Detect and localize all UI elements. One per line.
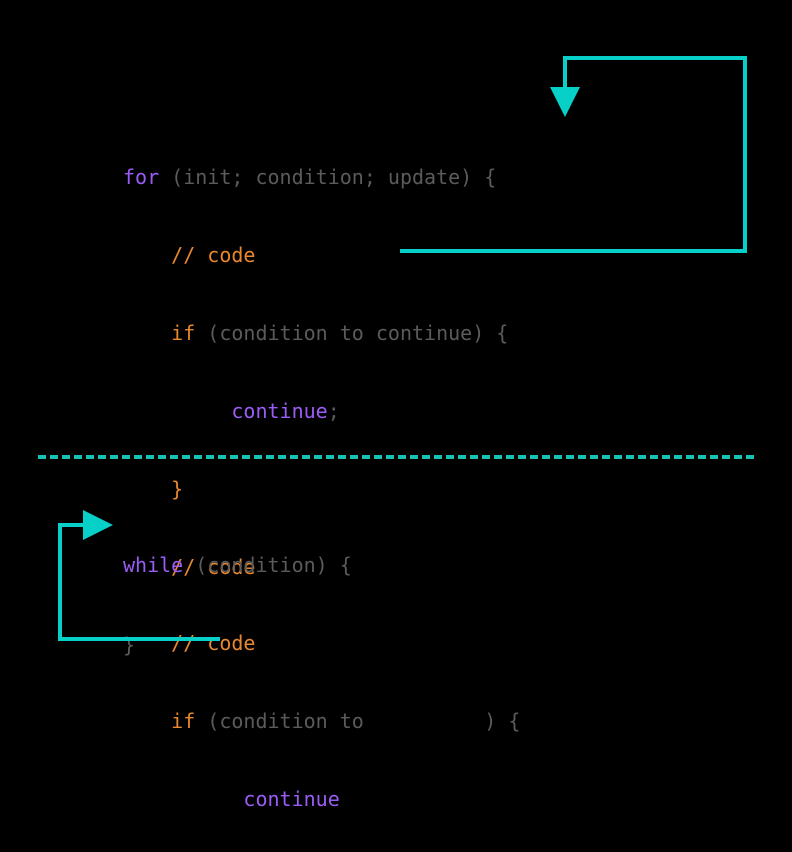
while-comment-1: // code [123,624,520,662]
while-keyword: while [123,553,183,577]
section-divider [38,455,754,459]
while-line-1: while (condition) { [123,546,520,584]
for-comment-1: // code [123,236,508,274]
if-keyword-2: if [123,709,195,733]
for-keyword: for [123,165,159,189]
continue-keyword: continue [171,399,328,423]
while-if-line: if (condition to ) { [123,702,520,740]
diagram-canvas: for (init; condition; update) { // code … [0,0,792,852]
for-line-1: for (init; condition; update) { [123,158,508,196]
while-continue-line: continue [123,780,520,818]
for-continue-line: continue; [123,392,508,430]
for-if-close: } [123,470,508,508]
for-if-line: if (condition to continue) { [123,314,508,352]
continue-keyword-2: continue [171,787,340,811]
if-keyword: if [123,321,195,345]
while-loop-block: while (condition) { // code if (conditio… [123,506,520,852]
